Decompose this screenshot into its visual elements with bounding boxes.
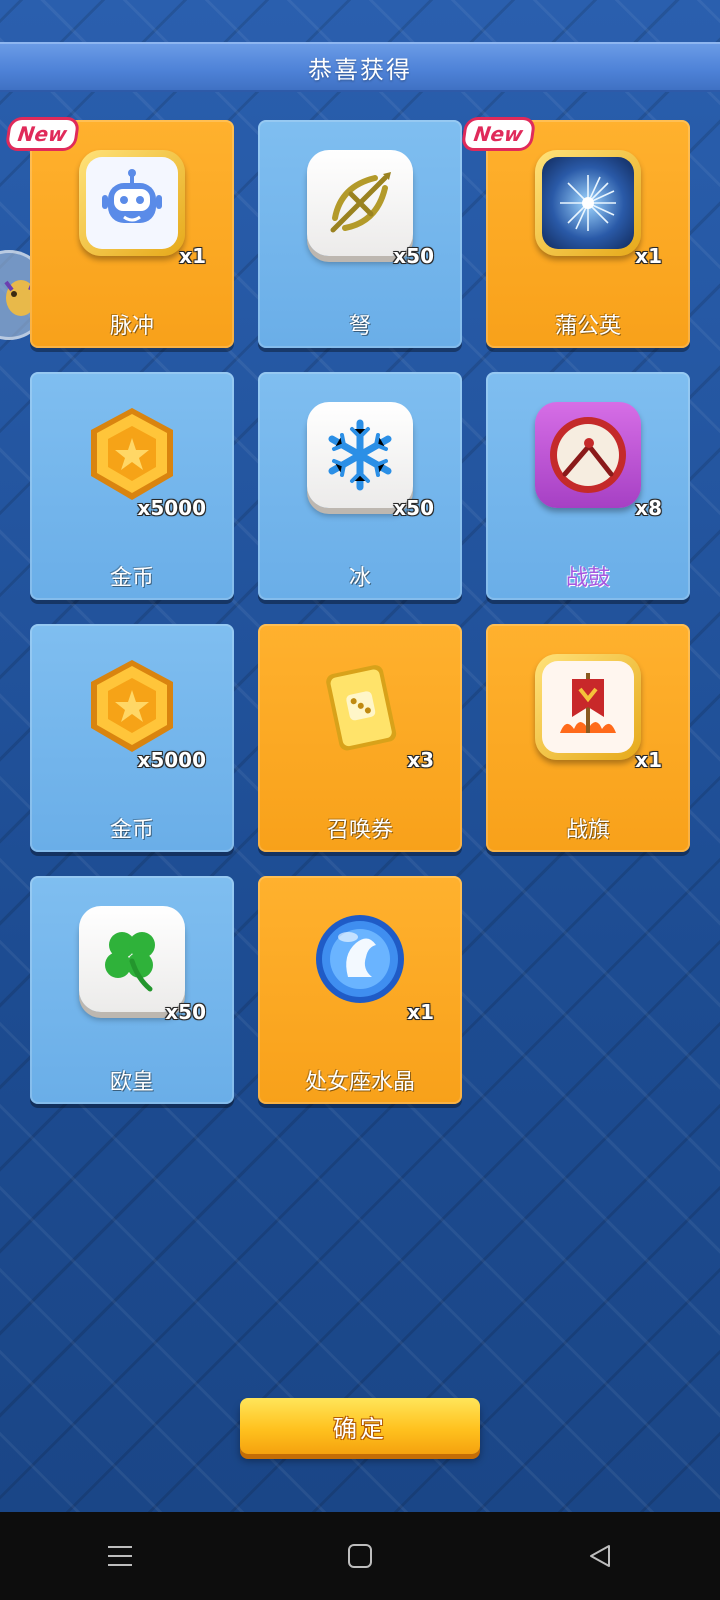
- reward-card-pulse[interactable]: New x1 脉冲: [8, 120, 234, 348]
- reward-quantity: x1: [407, 1000, 434, 1024]
- confirm-button[interactable]: 确定: [240, 1398, 480, 1454]
- new-badge: New: [464, 120, 533, 148]
- reward-quantity: x50: [165, 1000, 206, 1024]
- coin-holder: [79, 654, 185, 760]
- menu-icon: [108, 1546, 132, 1566]
- reward-grid: New x1 脉冲 x50 弩 New x1 蒲公英 x5000 金币 x50 …: [8, 120, 690, 1104]
- dragon-frame: [79, 150, 185, 256]
- reward-quantity: x50: [393, 244, 434, 268]
- reward-title-bar: 恭喜获得: [0, 42, 720, 92]
- virgo-crystal-icon: [316, 915, 404, 1003]
- reward-name: 召唤券: [326, 818, 393, 843]
- home-icon: [348, 1544, 372, 1568]
- confirm-button-label: 确定: [333, 1414, 387, 1443]
- reward-card-dandelion[interactable]: New x1 蒲公英: [464, 120, 690, 348]
- reward-name: 金币: [109, 566, 154, 591]
- gold-coin-icon: [91, 408, 173, 500]
- ticket-holder: [307, 654, 413, 760]
- reward-card-gold-coin[interactable]: x5000 金币: [30, 624, 234, 852]
- reward-card-lucky-clover[interactable]: x50 欧皇: [30, 876, 234, 1104]
- reward-name: 弩: [348, 314, 371, 339]
- war-drum-icon: [550, 417, 626, 493]
- reward-quantity: x3: [407, 748, 434, 772]
- crossbow-icon: [330, 172, 391, 233]
- reward-name: 战鼓: [565, 566, 610, 591]
- reward-card-virgo-crystal[interactable]: x1 处女座水晶: [258, 876, 462, 1104]
- reward-quantity: x1: [179, 244, 206, 268]
- dandelion-icon: [560, 175, 616, 231]
- reward-title: 恭喜获得: [308, 55, 412, 84]
- white-tile: [307, 402, 413, 508]
- reward-quantity: x1: [635, 244, 662, 268]
- back-icon: [590, 1545, 610, 1567]
- reward-card-ice[interactable]: x50 冰: [258, 372, 462, 600]
- reward-quantity: x5000: [137, 496, 206, 520]
- reward-name: 脉冲: [109, 314, 154, 339]
- reward-name: 冰: [348, 566, 371, 591]
- dragon-frame: [535, 654, 641, 760]
- snowflake-icon: [328, 419, 392, 491]
- summon-ticket-icon: [326, 665, 397, 751]
- back-button[interactable]: [570, 1526, 630, 1586]
- white-tile: [307, 150, 413, 256]
- war-banner-icon: [560, 673, 616, 733]
- reward-quantity: x8: [635, 496, 662, 520]
- reward-name: 欧皇: [109, 1070, 154, 1095]
- gold-coin-icon: [91, 660, 173, 752]
- system-navigation-bar: [0, 1512, 720, 1600]
- reward-card-war-drum[interactable]: x8 战鼓: [486, 372, 690, 600]
- reward-name: 战旗: [565, 818, 610, 843]
- four-leaf-clover-icon: [105, 932, 155, 992]
- reward-quantity: x5000: [137, 748, 206, 772]
- reward-name: 处女座水晶: [304, 1070, 415, 1095]
- dragon-frame: [535, 150, 641, 256]
- reward-card-war-banner[interactable]: x1 战旗: [486, 624, 690, 852]
- reward-quantity: x1: [635, 748, 662, 772]
- reward-name: 蒲公英: [554, 314, 621, 339]
- coin-holder: [79, 402, 185, 508]
- reward-quantity: x50: [393, 496, 434, 520]
- purple-frame: [535, 402, 641, 508]
- recent-apps-button[interactable]: [90, 1526, 150, 1586]
- reward-card-gold-coin[interactable]: x5000 金币: [30, 372, 234, 600]
- white-tile: [79, 906, 185, 1012]
- reward-name: 金币: [109, 818, 154, 843]
- new-badge: New: [8, 120, 77, 148]
- crystal-holder: [307, 906, 413, 1012]
- reward-card-crossbow[interactable]: x50 弩: [258, 120, 462, 348]
- home-button[interactable]: [330, 1526, 390, 1586]
- robot-head-icon: [102, 169, 162, 223]
- reward-card-summon-ticket[interactable]: x3 召唤券: [258, 624, 462, 852]
